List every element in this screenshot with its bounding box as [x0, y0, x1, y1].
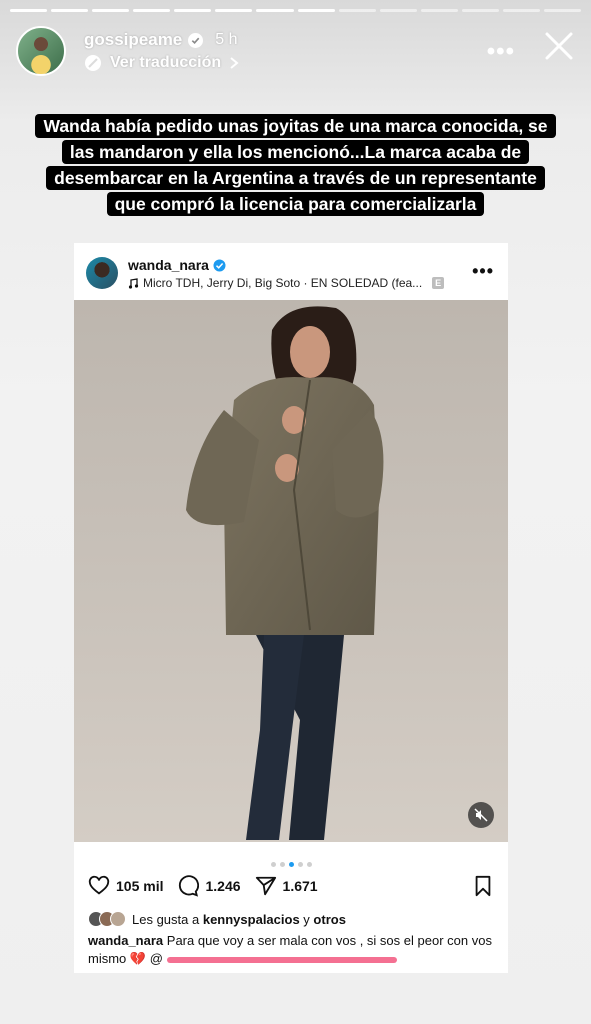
shared-post-card[interactable]: wanda_nara Micro TDH, Jerry Di, Big Soto… [74, 243, 508, 973]
mute-toggle[interactable] [468, 802, 494, 828]
progress-segment [420, 9, 458, 12]
translate-icon [85, 55, 101, 71]
broken-heart-emoji: 💔 [129, 951, 147, 966]
story-text-overlay: Wanda había pedido unas joyitas de una m… [14, 113, 577, 217]
progress-segment [92, 9, 130, 12]
story-user-row: gossipeame 5 h [84, 30, 238, 50]
carousel-dot [297, 862, 303, 867]
progress-segment [256, 9, 294, 12]
story-timestamp: 5 h [215, 31, 238, 48]
progress-segment [461, 9, 499, 12]
caption-mention: @ [149, 951, 163, 966]
more-options-icon[interactable]: ••• [487, 38, 515, 66]
send-icon [255, 876, 276, 896]
music-note-icon [128, 277, 139, 289]
story-header: gossipeame 5 h Ver traducción ••• [16, 24, 575, 80]
post-more-options-icon[interactable]: ••• [472, 261, 494, 282]
caption-line: desembarcar en la Argentina a través de … [46, 166, 545, 190]
progress-segment [338, 9, 376, 12]
like-button[interactable]: 105 mil [88, 875, 163, 897]
heart-icon [88, 875, 110, 895]
story-username[interactable]: gossipeame [84, 30, 182, 50]
speaker-muted-icon [474, 808, 488, 822]
redaction-scribble [166, 956, 397, 963]
liked-by-prefix: Les gusta a [132, 911, 200, 927]
liked-by-suffix: y [303, 911, 310, 927]
progress-segment [379, 9, 417, 12]
comment-count: 1.246 [205, 878, 241, 894]
translate-label: Ver traducción [110, 54, 222, 71]
explicit-badge: E [432, 277, 445, 289]
post-music-label: Micro TDH, Jerry Di, Big Soto · EN SOLED… [143, 276, 423, 290]
liked-by-user[interactable]: kennyspalacios [203, 912, 300, 927]
liked-by-others[interactable]: otros [313, 912, 346, 927]
story-progress-bar [10, 9, 582, 12]
share-button[interactable]: 1.671 [255, 875, 318, 897]
carousel-dot [270, 862, 276, 867]
share-count: 1.671 [282, 878, 318, 894]
post-avatar[interactable] [86, 257, 118, 289]
progress-segment [51, 9, 89, 12]
progress-segment [502, 9, 541, 12]
post-user-row: wanda_nara [128, 257, 226, 273]
avatar [110, 911, 126, 927]
post-username[interactable]: wanda_nara [128, 257, 209, 273]
carousel-dot [288, 862, 294, 867]
post-caption: wanda_nara Para que voy a ser mala con v… [88, 932, 498, 968]
progress-segment [174, 9, 212, 12]
translate-link[interactable]: Ver traducción [84, 54, 239, 72]
post-header: wanda_nara Micro TDH, Jerry Di, Big Soto… [74, 243, 508, 299]
carousel-indicator [74, 854, 508, 872]
like-count: 105 mil [116, 878, 164, 894]
comment-icon [179, 875, 200, 897]
caption-line: Wanda había pedido unas joyitas de una m… [35, 114, 556, 138]
post-music-row[interactable]: Micro TDH, Jerry Di, Big Soto · EN SOLED… [128, 276, 445, 290]
progress-segment [10, 9, 48, 12]
close-icon[interactable] [543, 30, 575, 62]
avatar[interactable] [16, 26, 66, 76]
liked-by-avatars [88, 911, 126, 927]
carousel-dot [279, 862, 285, 867]
post-actions: 105 mil 1.246 1.671 [88, 873, 494, 899]
progress-segment [544, 9, 582, 12]
liked-by-row[interactable]: Les gusta a kennyspalacios y otros [88, 911, 346, 927]
woman-in-blazer-image [186, 306, 384, 840]
progress-segment [133, 9, 171, 12]
comment-button[interactable]: 1.246 [177, 875, 241, 897]
caption-username[interactable]: wanda_nara [88, 933, 163, 948]
carousel-dot [306, 862, 312, 867]
post-photo[interactable] [74, 300, 508, 842]
progress-segment [215, 9, 253, 12]
progress-segment [297, 9, 335, 12]
chevron-right-icon [230, 57, 239, 69]
verified-badge-icon [188, 32, 204, 48]
caption-line: que compró la licencia para comercializa… [106, 192, 485, 216]
verified-badge-icon [213, 259, 226, 271]
caption-line: las mandaron y ella los mencionó...La ma… [61, 140, 530, 164]
bookmark-icon[interactable] [472, 875, 494, 897]
